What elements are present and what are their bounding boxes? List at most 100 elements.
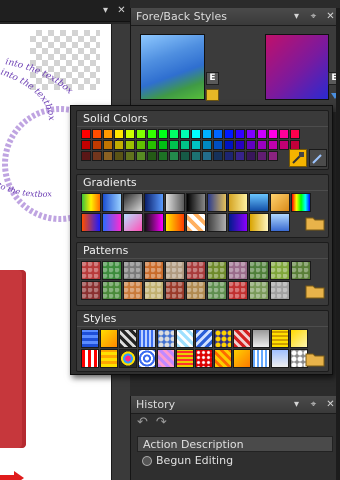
history-item[interactable]: Begun Editing	[137, 453, 333, 469]
solid-color-swatch[interactable]	[169, 140, 179, 150]
solid-color-swatch[interactable]	[103, 151, 113, 161]
solid-color-swatch[interactable]	[103, 129, 113, 139]
close-icon[interactable]: ✕	[325, 10, 336, 24]
solid-color-swatch[interactable]	[125, 151, 135, 161]
foreground-style-swatch[interactable]	[140, 34, 205, 100]
edit-foreground-button[interactable]: E	[206, 72, 219, 85]
solid-color-swatch[interactable]	[224, 129, 234, 139]
solid-color-swatch[interactable]	[136, 151, 146, 161]
close-icon[interactable]: ✕	[325, 398, 336, 412]
solid-color-swatch[interactable]	[114, 140, 124, 150]
solid-color-swatch[interactable]	[136, 129, 146, 139]
solid-color-swatch[interactable]	[279, 129, 289, 139]
pattern-swatch[interactable]	[249, 261, 269, 280]
style-swatch[interactable]	[233, 329, 251, 348]
solid-color-swatch[interactable]	[279, 140, 289, 150]
pattern-swatch[interactable]	[165, 281, 185, 300]
gradient-swatch[interactable]	[270, 213, 290, 232]
style-swatch[interactable]	[271, 329, 289, 348]
solid-color-swatch[interactable]	[92, 151, 102, 161]
solid-color-swatch[interactable]	[191, 129, 201, 139]
style-swatch[interactable]	[157, 329, 175, 348]
pattern-swatch[interactable]	[144, 261, 164, 280]
red-image-object[interactable]	[0, 270, 26, 448]
gradient-swatch[interactable]	[144, 213, 164, 232]
pattern-swatch[interactable]	[123, 281, 143, 300]
solid-color-swatch[interactable]	[246, 129, 256, 139]
solid-color-swatch[interactable]	[81, 129, 91, 139]
panel-menu-icon[interactable]: ▾	[291, 398, 302, 412]
style-swatch[interactable]	[195, 329, 213, 348]
solid-color-swatch[interactable]	[202, 129, 212, 139]
gradient-swatch[interactable]	[144, 193, 164, 212]
solid-color-swatch[interactable]	[169, 129, 179, 139]
style-swatch[interactable]	[138, 349, 156, 368]
solid-color-swatch[interactable]	[257, 140, 267, 150]
pattern-swatch[interactable]	[228, 261, 248, 280]
style-swatch[interactable]	[81, 329, 99, 348]
gradient-swatch[interactable]	[123, 213, 143, 232]
solid-color-swatch[interactable]	[81, 140, 91, 150]
pattern-swatch[interactable]	[249, 281, 269, 300]
solid-color-swatch[interactable]	[125, 140, 135, 150]
gradient-swatch[interactable]	[102, 213, 122, 232]
pattern-swatch[interactable]	[207, 261, 227, 280]
color-picker-icon[interactable]	[289, 149, 307, 167]
pattern-swatch[interactable]	[228, 281, 248, 300]
solid-color-swatch[interactable]	[202, 140, 212, 150]
pin-icon[interactable]: ⌖	[308, 398, 319, 412]
gradient-swatch[interactable]	[81, 193, 101, 212]
gradient-swatch[interactable]	[249, 213, 269, 232]
panel-menu-icon[interactable]: ▾	[100, 5, 111, 16]
lock-icon[interactable]	[206, 89, 219, 101]
solid-color-swatch[interactable]	[191, 140, 201, 150]
solid-color-swatch[interactable]	[224, 151, 234, 161]
solid-color-swatch[interactable]	[268, 151, 278, 161]
style-swatch[interactable]	[157, 349, 175, 368]
pattern-swatch[interactable]	[165, 261, 185, 280]
solid-color-swatch[interactable]	[224, 140, 234, 150]
solid-color-swatch[interactable]	[103, 140, 113, 150]
style-swatch[interactable]	[214, 349, 232, 368]
gradient-swatch[interactable]	[291, 193, 311, 212]
style-swatch[interactable]	[233, 349, 251, 368]
redo-icon[interactable]: ↷	[156, 416, 167, 430]
gradient-swatch[interactable]	[165, 193, 185, 212]
solid-color-swatch[interactable]	[235, 129, 245, 139]
style-swatch[interactable]	[195, 349, 213, 368]
solid-color-swatch[interactable]	[114, 129, 124, 139]
style-swatch[interactable]	[252, 349, 270, 368]
pattern-swatch[interactable]	[186, 281, 206, 300]
solid-color-swatch[interactable]	[213, 151, 223, 161]
solid-color-swatch[interactable]	[257, 151, 267, 161]
gradient-swatch[interactable]	[123, 193, 143, 212]
pattern-swatch[interactable]	[81, 261, 101, 280]
pattern-swatch[interactable]	[291, 261, 311, 280]
solid-color-swatch[interactable]	[202, 151, 212, 161]
solid-color-swatch[interactable]	[114, 151, 124, 161]
solid-color-swatch[interactable]	[81, 151, 91, 161]
background-style-swatch[interactable]	[265, 34, 329, 100]
open-folder-icon[interactable]	[305, 283, 325, 299]
gradient-swatch[interactable]	[228, 193, 248, 212]
style-swatch[interactable]	[138, 329, 156, 348]
style-swatch[interactable]	[100, 329, 118, 348]
history-column-header[interactable]: Action Description	[137, 436, 333, 452]
solid-color-swatch[interactable]	[180, 151, 190, 161]
open-folder-icon[interactable]	[305, 215, 325, 231]
solid-color-swatch[interactable]	[235, 151, 245, 161]
solid-color-swatch[interactable]	[180, 129, 190, 139]
solid-color-swatch[interactable]	[125, 129, 135, 139]
gradient-swatch[interactable]	[102, 193, 122, 212]
solid-color-swatch[interactable]	[235, 140, 245, 150]
solid-color-swatch[interactable]	[92, 140, 102, 150]
style-swatch[interactable]	[214, 329, 232, 348]
solid-color-swatch[interactable]	[180, 140, 190, 150]
solid-color-swatch[interactable]	[257, 129, 267, 139]
solid-color-swatch[interactable]	[268, 140, 278, 150]
style-swatch[interactable]	[176, 349, 194, 368]
pattern-swatch[interactable]	[207, 281, 227, 300]
pattern-swatch[interactable]	[186, 261, 206, 280]
solid-color-swatch[interactable]	[213, 140, 223, 150]
open-folder-icon[interactable]	[305, 351, 325, 367]
